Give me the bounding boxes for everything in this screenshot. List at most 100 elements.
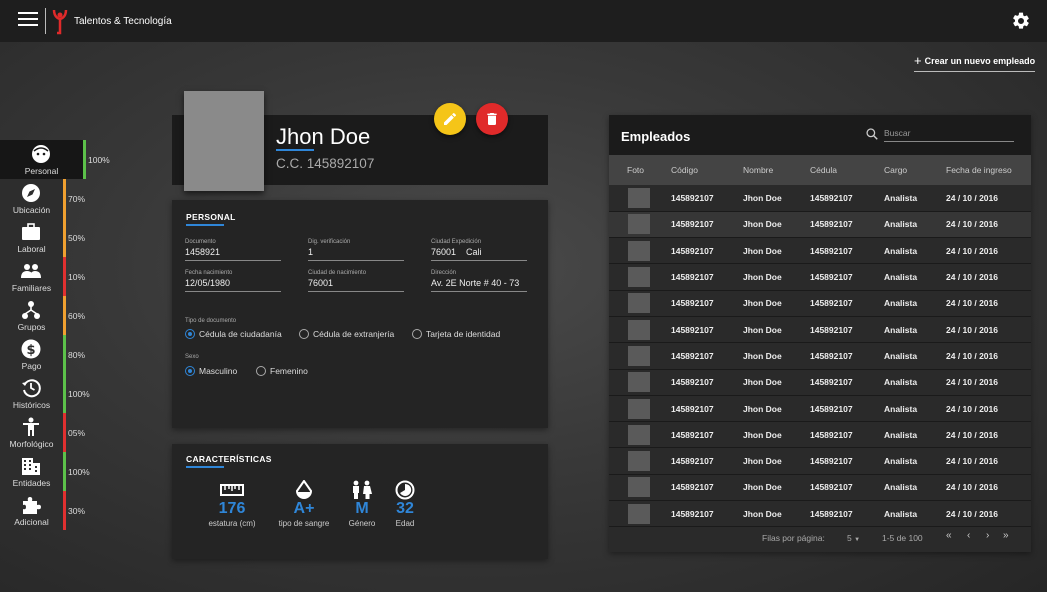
column-header[interactable]: Fecha de ingreso: [946, 155, 1031, 185]
cell-foto: [609, 211, 671, 239]
nav-label: Históricos: [12, 400, 51, 410]
table-row[interactable]: 145892107 Jhon Doe 145892107 Analista 24 / 1…: [609, 474, 1031, 502]
table-row[interactable]: 145892107 Jhon Doe 145892107 Analista 24 / 1…: [609, 290, 1031, 317]
table-row[interactable]: 145892107 Jhon Doe 145892107 Analista 24 / 1…: [609, 185, 1031, 212]
photo-thumbnail: [628, 398, 650, 419]
ciudad-expedicion-field[interactable]: Ciudad Expedición 76001 Cali: [431, 239, 527, 261]
table-row[interactable]: 145892107 Jhon Doe 145892107 Analista 24 / 1…: [609, 237, 1031, 265]
nav-item-adicional[interactable]: Adicional 30%: [0, 491, 110, 530]
rows-per-page-select[interactable]: 5 ▼: [847, 533, 860, 543]
nav-item-personal[interactable]: Personal 100%: [0, 140, 110, 179]
verificacion-field[interactable]: Dig. verificación 1: [308, 239, 404, 261]
direccion-field[interactable]: Dirección Av. 2E Norte # 40 - 73: [431, 270, 527, 292]
radio-circle: [299, 329, 309, 339]
employees-header: Empleados: [609, 115, 1031, 155]
table-row[interactable]: 145892107 Jhon Doe 145892107 Analista 24 / 1…: [609, 421, 1031, 449]
stat-genero: M Género: [342, 480, 382, 528]
table-row[interactable]: 145892107 Jhon Doe 145892107 Analista 24 / 1…: [609, 369, 1031, 396]
cell-nombre: Jhon Doe: [743, 421, 810, 449]
search-input[interactable]: [884, 124, 1014, 142]
cell-foto: [609, 369, 671, 396]
cell-cedula: 145892107: [810, 474, 884, 502]
photo-thumbnail: [628, 451, 650, 472]
progress-bar: [63, 491, 66, 530]
cell-cargo: Analista: [884, 369, 946, 396]
radio-cedula-ciudadania[interactable]: Cédula de ciudadanía: [185, 329, 282, 339]
table-row[interactable]: 145892107 Jhon Doe 145892107 Analista 24 / 1…: [609, 263, 1031, 291]
nav-item-ubicacion[interactable]: Ubicación 70%: [0, 179, 110, 218]
last-page-icon[interactable]: »: [1003, 530, 1009, 541]
radio-femenino[interactable]: Femenino: [256, 366, 308, 376]
gear-icon[interactable]: [1011, 11, 1031, 31]
table-row[interactable]: 145892107 Jhon Doe 145892107 Analista 24 / 1…: [609, 395, 1031, 423]
nav-icon-box: Ubicación: [0, 179, 63, 218]
nav-item-familiares[interactable]: Familiares 10%: [0, 257, 110, 296]
nav-item-historicos[interactable]: Históricos 100%: [0, 374, 110, 413]
history-icon: [22, 379, 41, 398]
column-header[interactable]: Nombre: [743, 155, 810, 185]
field-value: 76001 Cali: [431, 247, 527, 261]
edit-button[interactable]: [434, 103, 466, 135]
progress-percent: 100%: [68, 467, 90, 477]
rows-per-page-value: 5: [847, 533, 852, 543]
column-header[interactable]: Foto: [609, 155, 671, 185]
nav-item-laboral[interactable]: Laboral 50%: [0, 218, 110, 257]
search-icon[interactable]: [865, 127, 879, 141]
nav-item-pago[interactable]: $ Pago 80%: [0, 335, 110, 374]
cell-cedula: 145892107: [810, 237, 884, 265]
age-icon: [395, 480, 415, 500]
table-row[interactable]: 145892107 Jhon Doe 145892107 Analista 24 / 1…: [609, 342, 1031, 370]
table-row[interactable]: 145892107 Jhon Doe 145892107 Analista 24 / 1…: [609, 447, 1031, 475]
cell-nombre: Jhon Doe: [743, 185, 810, 212]
progress-percent: 100%: [68, 389, 90, 399]
table-row[interactable]: 145892107 Jhon Doe 145892107 Analista 24 / 1…: [609, 316, 1031, 344]
documento-field[interactable]: Documento 1458921: [185, 239, 281, 261]
radio-label: Femenino: [270, 366, 308, 376]
column-header[interactable]: Cédula: [810, 155, 884, 185]
cell-foto: [609, 237, 671, 265]
cell-cargo: Analista: [884, 316, 946, 344]
radio-tarjeta-identidad[interactable]: Tarjeta de identidad: [412, 329, 500, 339]
avatar: [184, 91, 264, 191]
cell-fecha: 24 / 10 / 2016: [946, 369, 1031, 396]
nav-item-grupos[interactable]: Grupos 60%: [0, 296, 110, 335]
cell-cargo: Analista: [884, 500, 946, 528]
cell-nombre: Jhon Doe: [743, 369, 810, 396]
nav-item-entidades[interactable]: Entidades 100%: [0, 452, 110, 491]
hierarchy-icon: [22, 301, 40, 319]
blood-drop-icon: [295, 480, 313, 499]
prev-page-icon[interactable]: ‹: [967, 530, 970, 541]
column-header[interactable]: Cargo: [884, 155, 946, 185]
radio-cedula-extranjeria[interactable]: Cédula de extranjería: [299, 329, 394, 339]
table-row[interactable]: 145892107 Jhon Doe 145892107 Analista 24 / 1…: [609, 211, 1031, 239]
nav-label: Entidades: [12, 478, 51, 488]
column-header[interactable]: Código: [671, 155, 743, 185]
delete-button[interactable]: [476, 103, 508, 135]
create-employee-button[interactable]: + Crear un nuevo empleado: [914, 53, 1036, 72]
cell-foto: [609, 185, 671, 212]
fecha-nacimiento-field[interactable]: Fecha nacimiento 12/05/1980: [185, 270, 281, 292]
table-row[interactable]: 145892107 Jhon Doe 145892107 Analista 24 / 1…: [609, 500, 1031, 528]
ruler-icon: [220, 484, 244, 496]
photo-thumbnail: [628, 319, 650, 340]
stat-caption: Edad: [395, 519, 415, 528]
field-value: 1458921: [185, 247, 281, 261]
nav-icon-box: Personal: [0, 140, 83, 179]
profile-name: Jhon Doe: [276, 124, 371, 149]
next-page-icon[interactable]: ›: [986, 530, 989, 541]
ciudad-nacimiento-field[interactable]: Ciudad de nacimiento 76001: [308, 270, 404, 292]
menu-icon[interactable]: [18, 12, 38, 28]
personal-panel: PERSONAL Documento 1458921 Dig. verifica…: [172, 200, 548, 428]
radio-masculino[interactable]: Masculino: [185, 366, 237, 376]
cell-foto: [609, 447, 671, 475]
first-page-icon[interactable]: «: [946, 530, 952, 541]
nav-label: Pago: [21, 361, 42, 371]
chevron-down-icon: ▼: [854, 537, 861, 543]
cell-codigo: 145892107: [671, 237, 743, 265]
nav-label: Familiares: [11, 283, 52, 293]
nav-label: Laboral: [17, 244, 46, 254]
nav-item-morfologico[interactable]: Morfológico 05%: [0, 413, 110, 452]
progress-bar: [63, 296, 66, 335]
progress-percent: 05%: [68, 428, 86, 438]
stat-value: M: [355, 500, 369, 517]
